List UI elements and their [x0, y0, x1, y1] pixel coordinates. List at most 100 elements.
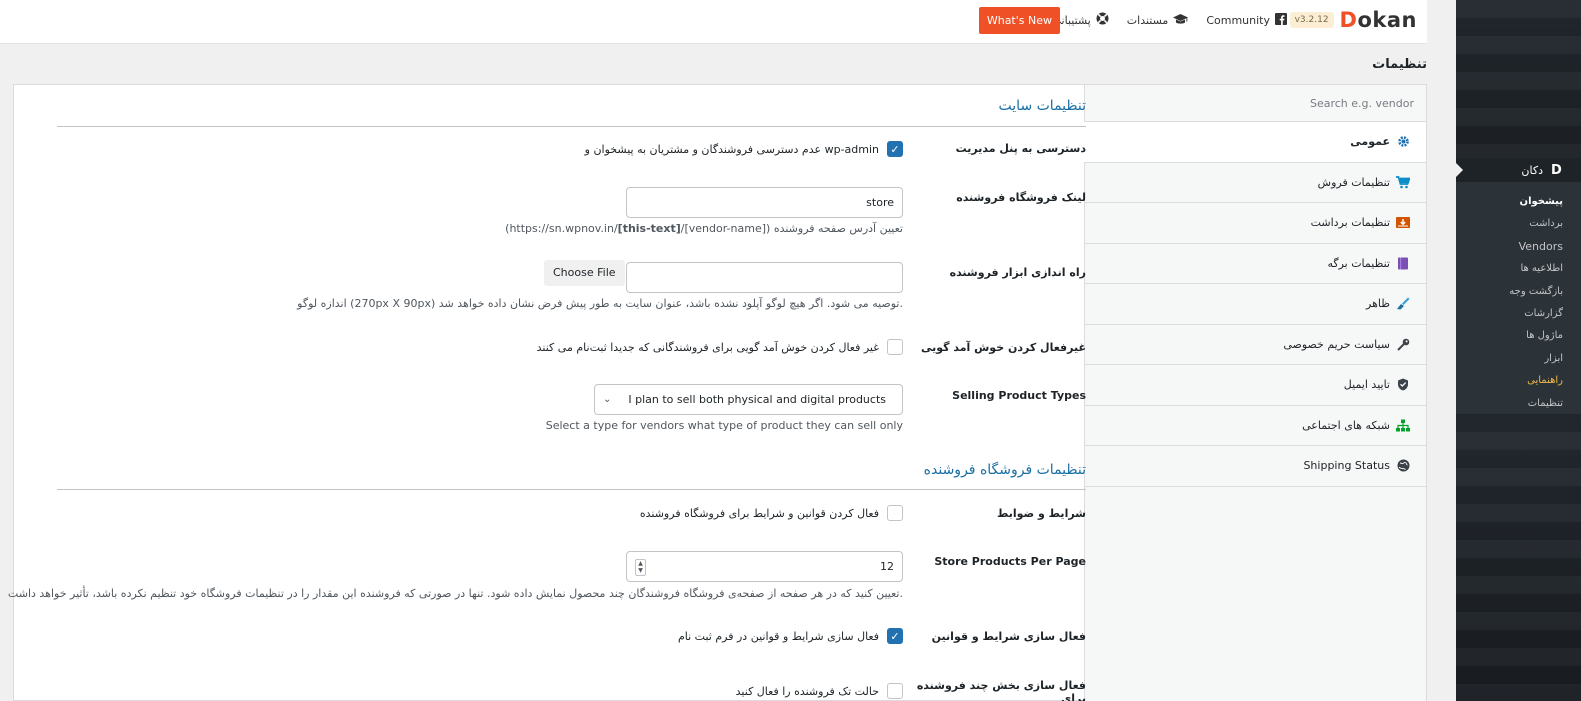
enable-terms-registration-checkbox[interactable]: ✓: [887, 628, 903, 644]
submenu-item-modules[interactable]: ماژول ها: [1509, 325, 1563, 347]
tab-page-label: تنظیمات برگه: [1327, 256, 1390, 270]
tab-shipping-status[interactable]: Shipping Status: [1085, 446, 1426, 487]
settings-panel: Search e.g. vendor عمومی تنظیمات فروش تن…: [8, 84, 1427, 701]
disable-welcome-wizard-checkbox-label: غیر فعال کردن خوش آمد گویی برای فروشندگا…: [536, 340, 879, 354]
chevron-down-icon: ⌄: [603, 394, 612, 405]
submenu-item-withdraw[interactable]: برداشت: [1509, 213, 1563, 235]
tab-social[interactable]: شبکه های اجتماعی: [1085, 406, 1426, 446]
vendor-store-url-input[interactable]: store: [626, 187, 903, 218]
terms-conditions-checkbox-label: فعال کردن قوانین و شرایط برای فروشگاه فر…: [639, 506, 879, 520]
tab-privacy-policy[interactable]: سیاست حریم خصوصی: [1085, 325, 1426, 365]
store-products-per-page-label: Store Products Per Page: [934, 555, 1086, 568]
submenu-item-dashboard[interactable]: پیشخوان: [1509, 191, 1563, 213]
key-icon: [1396, 337, 1410, 351]
store-url-desc-url-start: (https://sn.wpnov.in/: [505, 222, 618, 235]
tab-email-verification-label: تایید ایمیل: [1343, 378, 1390, 392]
whats-new-button[interactable]: What's New: [978, 7, 1060, 34]
tab-appearance-label: ظاهر: [1366, 297, 1390, 311]
submenu-item-help[interactable]: راهنمایی: [1509, 370, 1563, 392]
dokan-menu-label: دکان: [1521, 163, 1543, 177]
community-label: Community: [1206, 13, 1270, 27]
enable-terms-registration-checkbox-label: فعال سازی شرایط و قوانین در فرم ثبت نام: [677, 629, 879, 643]
single-seller-mode-label: فعال سازی بخش چند فروشنده برای: [916, 679, 1086, 701]
tab-withdraw[interactable]: تنظیمات برداشت: [1085, 203, 1426, 244]
setup-wizard-label: راه اندازی ابزار فروشنده: [949, 266, 1086, 279]
disable-welcome-wizard-checkbox[interactable]: [887, 339, 903, 355]
single-seller-mode-checkbox[interactable]: [887, 683, 903, 699]
lifebuoy-icon: [1096, 12, 1109, 28]
terms-conditions-label: شرایط و ضوابط: [996, 507, 1086, 520]
tab-selling[interactable]: تنظیمات فروش: [1085, 163, 1426, 203]
settings-search-input[interactable]: Search e.g. vendor: [1085, 85, 1426, 122]
store-products-per-page-desc: تعیین کنید که در هر صفحه از صفحه‌ی فروشگ…: [7, 587, 903, 600]
brand: v3.2.12 Dokan: [1289, 8, 1417, 32]
graduation-cap-icon: [1173, 13, 1189, 28]
dokan-menu-item[interactable]: دکان D: [1456, 158, 1581, 182]
docs-link[interactable]: مستندات: [1127, 13, 1189, 28]
support-link[interactable]: پشتیبانی: [1052, 12, 1109, 28]
community-link[interactable]: Community: [1206, 12, 1287, 28]
enable-terms-registration-row: ✓ فعال سازی شرایط و قوانین در فرم ثبت نا…: [678, 628, 903, 644]
tab-social-label: شبکه های اجتماعی: [1302, 418, 1390, 432]
admin-access-checkbox[interactable]: ✓: [887, 141, 903, 157]
cart-icon: [1396, 175, 1410, 189]
admin-access-checkbox-label: عدم دسترسی فروشندگان و مشتریان به پیشخوا…: [584, 142, 879, 156]
disable-welcome-wizard-label: غیرفعال کردن خوش آمد گویی: [920, 341, 1086, 354]
wp-admin-sidebar: دکان D پیشخوان برداشت Vendors اطلاعیه ها…: [1455, 0, 1581, 701]
tab-withdraw-label: تنظیمات برداشت: [1310, 216, 1390, 230]
settings-form: تنظیمات سایت دسترسی به پنل مدیریت ✓ عدم …: [8, 85, 1086, 701]
store-url-desc-prefix: تعیین آدرس صفحه فروشنده: [773, 222, 903, 235]
submenu-item-settings[interactable]: تنظیمات: [1509, 393, 1563, 415]
submenu-item-refunds[interactable]: بازگشت وجه: [1509, 281, 1563, 303]
submenu-item-vendors[interactable]: Vendors: [1509, 236, 1563, 258]
dokan-d-icon: D: [1551, 163, 1562, 178]
number-spinner-icon[interactable]: ▲ ▼: [635, 559, 646, 576]
brand-rest: okan: [1357, 8, 1417, 32]
network-icon: [1396, 418, 1410, 432]
header-links: Community مستندات پشتیبانی: [1052, 12, 1287, 28]
enable-terms-registration-label: فعال سازی شرایط و قوانین: [931, 630, 1086, 643]
submenu-item-tools[interactable]: ابزار: [1509, 348, 1563, 370]
logo-file-input[interactable]: [626, 262, 903, 293]
globe-icon: [1396, 459, 1410, 473]
choose-file-button[interactable]: Choose File: [544, 260, 625, 286]
settings-tabs: Search e.g. vendor عمومی تنظیمات فروش تن…: [1084, 85, 1426, 701]
tab-page[interactable]: تنظیمات برگه: [1085, 244, 1426, 284]
page-title: تنظیمات: [1372, 57, 1427, 72]
tab-privacy-label: سیاست حریم خصوصی: [1283, 337, 1390, 351]
single-seller-mode-checkbox-label: حالت تک فروشنده را فعال کنید: [735, 684, 879, 698]
tab-email-verification[interactable]: تایید ایمیل: [1085, 365, 1426, 406]
docs-label: مستندات: [1126, 13, 1169, 27]
book-icon: [1396, 256, 1410, 270]
brush-icon: [1396, 297, 1410, 311]
withdraw-icon: [1396, 216, 1410, 230]
store-url-desc-url-end: /[vendor-name]): [680, 222, 771, 235]
dokan-submenu-list: پیشخوان برداشت Vendors اطلاعیه ها بازگشت…: [1509, 191, 1563, 415]
terms-conditions-checkbox[interactable]: [887, 505, 903, 521]
version-badge: v3.2.12: [1289, 12, 1334, 28]
tab-shipping-status-label: Shipping Status: [1303, 459, 1390, 473]
gear-icon: [1396, 135, 1410, 149]
terms-conditions-row: فعال کردن قوانین و شرایط برای فروشگاه فر…: [640, 505, 903, 521]
store-products-per-page-value: 12: [880, 560, 894, 573]
admin-access-label: دسترسی به پنل مدیریت: [955, 142, 1086, 155]
shield-icon: [1396, 378, 1410, 392]
single-seller-mode-row: حالت تک فروشنده را فعال کنید: [736, 683, 903, 699]
tab-selling-label: تنظیمات فروش: [1317, 175, 1390, 189]
selling-product-types-value: I plan to sell both physical and digital…: [628, 393, 886, 406]
setup-wizard-desc: اندازه لوگو (270px X 90px) توصیه می شود.…: [297, 297, 903, 310]
tab-appearance[interactable]: ظاهر: [1085, 284, 1426, 325]
vendor-store-url-label: لینک فروشگاه فروشنده: [956, 191, 1086, 204]
facebook-icon: [1275, 12, 1287, 28]
section-heading-site-settings: تنظیمات سایت: [998, 98, 1086, 114]
store-products-per-page-input[interactable]: 12 ▲ ▼: [626, 551, 903, 582]
store-url-desc-url-bold: [this-text]: [617, 222, 681, 235]
section-divider: [57, 126, 1086, 127]
admin-access-row: ✓ عدم دسترسی فروشندگان و مشتریان به پیشخ…: [585, 141, 903, 157]
dokan-header: v3.2.12 Dokan Community مستندات پشتیبانی…: [0, 0, 1427, 44]
tab-general[interactable]: عمومی: [1084, 122, 1426, 163]
selling-product-types-select[interactable]: I plan to sell both physical and digital…: [594, 384, 903, 415]
vendor-store-url-desc: (https://sn.wpnov.in/[this-text]/[vendor…: [505, 222, 903, 235]
submenu-item-announcements[interactable]: اطلاعیه ها: [1509, 258, 1563, 280]
submenu-item-reports[interactable]: گزارشات: [1509, 303, 1563, 325]
